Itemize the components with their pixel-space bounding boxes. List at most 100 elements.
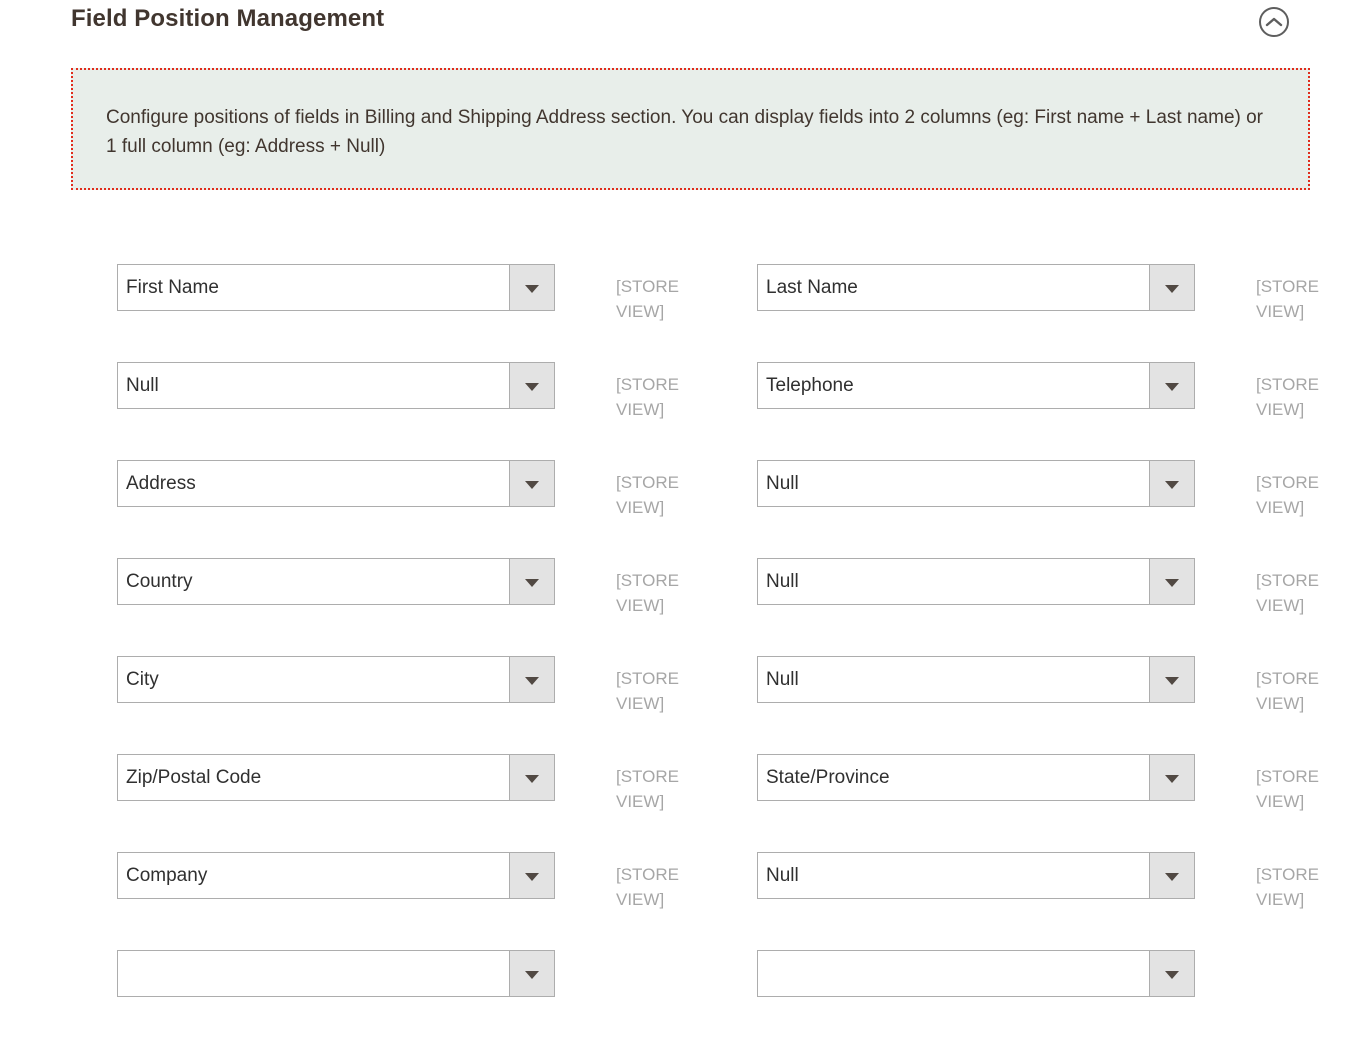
select-value xyxy=(126,951,500,996)
chevron-down-icon[interactable] xyxy=(1149,461,1194,506)
scope-label: [STORE VIEW] xyxy=(616,865,679,909)
triangle-down-glyph xyxy=(1165,480,1179,489)
select-value xyxy=(766,951,1140,996)
triangle-down-glyph xyxy=(1165,382,1179,391)
field-cell-right: Last Name [STORE VIEW] xyxy=(757,264,1319,321)
chevron-down-icon[interactable] xyxy=(509,461,554,506)
field-position-rows: First Name [STORE VIEW] Last Name [STORE VI… xyxy=(0,264,1350,1048)
field-cell-left: Zip/Postal Code [STORE VIEW] xyxy=(117,754,679,811)
field-cell-right: Null [STORE VIEW] xyxy=(757,852,1319,909)
triangle-down-glyph xyxy=(1165,774,1179,783)
field-position-row: Company [STORE VIEW] Null [STORE VIEW] xyxy=(0,852,1350,950)
chevron-down-icon[interactable] xyxy=(1149,755,1194,800)
select-value: City xyxy=(126,669,159,690)
select-value: State/Province xyxy=(766,767,890,788)
select-value: Null xyxy=(766,865,799,886)
scope-label: [STORE VIEW] xyxy=(1256,277,1319,321)
scope-label: [STORE VIEW] xyxy=(616,473,679,517)
info-notice-text: Configure positions of fields in Billing… xyxy=(106,107,1264,157)
field-cell-right: Null [STORE VIEW] xyxy=(757,460,1319,517)
field-position-select-right[interactable]: Null xyxy=(757,656,1195,703)
scope-label: [STORE VIEW] xyxy=(1256,375,1319,419)
field-position-row: Null [STORE VIEW] Telephone [STORE VIEW] xyxy=(0,362,1350,460)
select-value: Null xyxy=(126,375,159,396)
field-position-select-left[interactable]: First Name xyxy=(117,264,555,311)
chevron-down-icon[interactable] xyxy=(509,951,554,996)
select-value: Null xyxy=(766,669,799,690)
triangle-down-glyph xyxy=(1165,284,1179,293)
field-cell-right xyxy=(757,950,1195,997)
scope-label: [STORE VIEW] xyxy=(1256,473,1319,517)
field-position-select-left[interactable]: City xyxy=(117,656,555,703)
field-cell-left xyxy=(117,950,555,997)
field-position-select-right[interactable]: State/Province xyxy=(757,754,1195,801)
chevron-down-icon[interactable] xyxy=(509,559,554,604)
field-cell-left: First Name [STORE VIEW] xyxy=(117,264,679,321)
collapse-section-button[interactable] xyxy=(1259,7,1289,37)
section-header: Field Position Management xyxy=(0,0,1350,44)
chevron-down-icon[interactable] xyxy=(509,755,554,800)
chevron-down-icon[interactable] xyxy=(1149,951,1194,996)
triangle-down-glyph xyxy=(1165,578,1179,587)
field-cell-right: Telephone [STORE VIEW] xyxy=(757,362,1319,419)
chevron-down-icon[interactable] xyxy=(509,853,554,898)
field-position-select-left[interactable]: Address xyxy=(117,460,555,507)
triangle-down-glyph xyxy=(525,970,539,979)
triangle-down-glyph xyxy=(525,382,539,391)
field-position-select-right[interactable]: Null xyxy=(757,852,1195,899)
field-position-select-left[interactable]: Country xyxy=(117,558,555,605)
select-value: Country xyxy=(126,571,193,592)
scope-label: [STORE VIEW] xyxy=(616,375,679,419)
field-position-select-right[interactable]: Null xyxy=(757,558,1195,605)
select-value: Address xyxy=(126,473,196,494)
scope-label: [STORE VIEW] xyxy=(616,571,679,615)
field-cell-left: Null [STORE VIEW] xyxy=(117,362,679,419)
scope-label: [STORE VIEW] xyxy=(1256,571,1319,615)
page-title: Field Position Management xyxy=(71,5,385,32)
field-position-select-right[interactable]: Last Name xyxy=(757,264,1195,311)
field-position-select-right[interactable] xyxy=(757,950,1195,997)
field-cell-right: Null [STORE VIEW] xyxy=(757,558,1319,615)
scope-label: [STORE VIEW] xyxy=(1256,767,1319,811)
select-value: Company xyxy=(126,865,208,886)
triangle-down-glyph xyxy=(1165,872,1179,881)
field-cell-left: City [STORE VIEW] xyxy=(117,656,679,713)
chevron-down-icon[interactable] xyxy=(1149,265,1194,310)
triangle-down-glyph xyxy=(525,774,539,783)
chevron-down-icon[interactable] xyxy=(509,363,554,408)
chevron-down-icon[interactable] xyxy=(1149,559,1194,604)
field-position-select-left[interactable] xyxy=(117,950,555,997)
chevron-down-icon[interactable] xyxy=(1149,853,1194,898)
chevron-down-icon[interactable] xyxy=(1149,657,1194,702)
field-cell-left: Country [STORE VIEW] xyxy=(117,558,679,615)
triangle-down-glyph xyxy=(1165,970,1179,979)
triangle-down-glyph xyxy=(1165,676,1179,685)
field-position-row: Zip/Postal Code [STORE VIEW] State/Provinc… xyxy=(0,754,1350,852)
field-position-select-right[interactable]: Null xyxy=(757,460,1195,507)
chevron-down-icon[interactable] xyxy=(1149,363,1194,408)
scope-label: [STORE VIEW] xyxy=(1256,669,1319,713)
scope-label: [STORE VIEW] xyxy=(616,669,679,713)
chevron-down-icon[interactable] xyxy=(509,657,554,702)
field-position-select-right[interactable]: Telephone xyxy=(757,362,1195,409)
triangle-down-glyph xyxy=(525,872,539,881)
select-value: Telephone xyxy=(766,375,854,396)
field-position-row: Address [STORE VIEW] Null [STORE VIEW] xyxy=(0,460,1350,558)
triangle-down-glyph xyxy=(525,480,539,489)
field-position-select-left[interactable]: Company xyxy=(117,852,555,899)
field-cell-right: Null [STORE VIEW] xyxy=(757,656,1319,713)
scope-label: [STORE VIEW] xyxy=(1256,865,1319,909)
field-cell-left: Address [STORE VIEW] xyxy=(117,460,679,517)
field-position-row: City [STORE VIEW] Null [STORE VIEW] xyxy=(0,656,1350,754)
select-value: First Name xyxy=(126,277,219,298)
chevron-down-icon[interactable] xyxy=(509,265,554,310)
field-position-row: Country [STORE VIEW] Null [STORE VIEW] xyxy=(0,558,1350,656)
select-value: Last Name xyxy=(766,277,858,298)
field-position-row: First Name [STORE VIEW] Last Name [STORE VI… xyxy=(0,264,1350,362)
scope-label: [STORE VIEW] xyxy=(616,277,679,321)
field-position-row xyxy=(0,950,1350,1048)
field-position-select-left[interactable]: Null xyxy=(117,362,555,409)
triangle-down-glyph xyxy=(525,578,539,587)
select-value: Zip/Postal Code xyxy=(126,767,262,788)
field-position-select-left[interactable]: Zip/Postal Code xyxy=(117,754,555,801)
